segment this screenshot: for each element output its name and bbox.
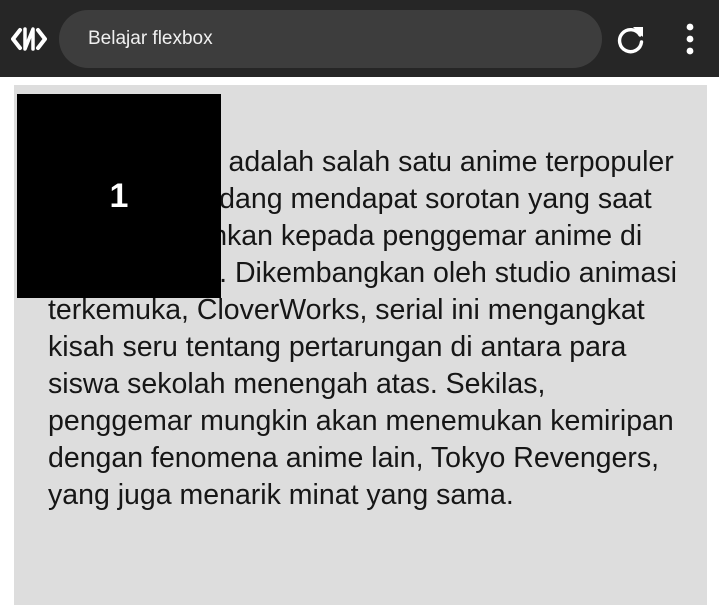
code-brackets-icon[interactable] [11, 24, 47, 54]
box-number: 1 [109, 176, 129, 215]
flex-container: Wind Breaker adalah salah satu anime ter… [14, 85, 707, 605]
address-bar[interactable]: Belajar flexbox [59, 10, 602, 68]
more-vert-icon[interactable] [676, 22, 704, 56]
reload-icon[interactable] [615, 24, 647, 56]
browser-toolbar: Belajar flexbox [0, 0, 719, 77]
flex-item-box: 1 [17, 94, 221, 298]
page-content: Wind Breaker adalah salah satu anime ter… [0, 77, 719, 605]
page-title: Belajar flexbox [88, 28, 213, 49]
